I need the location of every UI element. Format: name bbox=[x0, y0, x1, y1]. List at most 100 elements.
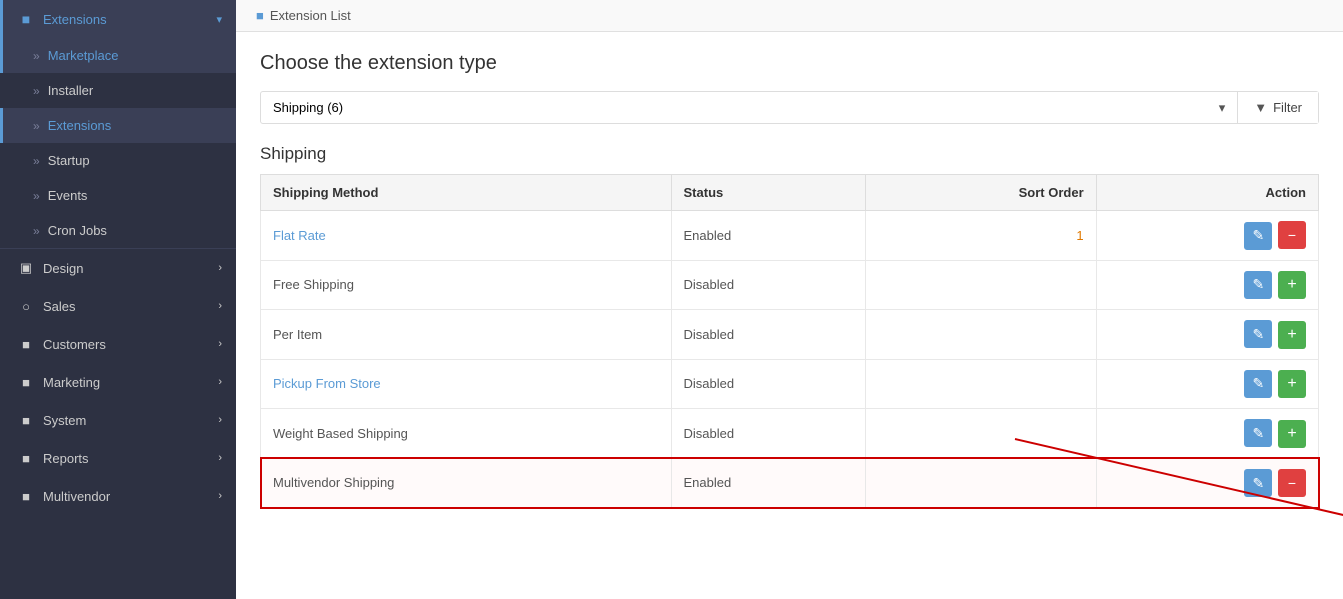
sort-pickup bbox=[865, 359, 1096, 409]
edit-pickup-button[interactable]: ✎ bbox=[1244, 370, 1272, 398]
install-free-shipping-button[interactable]: + bbox=[1278, 271, 1306, 299]
sidebar-system-label: System bbox=[43, 413, 86, 428]
chevron-right-icon: › bbox=[218, 376, 222, 388]
sidebar-marketing-label: Marketing bbox=[43, 375, 100, 390]
method-per-item: Per Item bbox=[261, 310, 672, 360]
sidebar-cronjobs-label: Cron Jobs bbox=[48, 223, 107, 238]
sidebar-events-label: Events bbox=[48, 188, 88, 203]
sidebar-item-startup[interactable]: » Startup bbox=[0, 143, 236, 178]
sidebar-item-marketing[interactable]: ■ Marketing › bbox=[0, 363, 236, 401]
multivendor-icon: ■ bbox=[17, 487, 35, 505]
edit-multivendor-button[interactable]: ✎ bbox=[1244, 469, 1272, 497]
chevron-right-icon: › bbox=[218, 490, 222, 502]
install-weight-button[interactable]: + bbox=[1278, 420, 1306, 448]
sidebar-extensions-sub-label: Extensions bbox=[48, 118, 112, 133]
arrows-icon: » bbox=[33, 224, 40, 238]
system-icon: ■ bbox=[17, 411, 35, 429]
action-per-item: ✎ + bbox=[1096, 310, 1318, 360]
chevron-right-icon: › bbox=[218, 300, 222, 312]
chevron-right-icon: › bbox=[218, 338, 222, 350]
method-multivendor: Multivendor Shipping bbox=[261, 458, 672, 508]
sidebar-item-installer[interactable]: » Installer bbox=[0, 73, 236, 108]
sidebar-item-extensions[interactable]: ■ Extensions ▾ bbox=[0, 0, 236, 38]
sidebar-item-cronjobs[interactable]: » Cron Jobs bbox=[0, 213, 236, 248]
arrows-icon: » bbox=[33, 84, 40, 98]
table-row: Free Shipping Disabled ✎ + bbox=[261, 260, 1319, 310]
chevron-right-icon: › bbox=[218, 262, 222, 274]
table-body: Flat Rate Enabled 1 ✎ − Free Shipping Di… bbox=[261, 211, 1319, 508]
table-row: Pickup From Store Disabled ✎ + bbox=[261, 359, 1319, 409]
filter-label: Filter bbox=[1273, 100, 1302, 115]
table-wrapper: Shipping Method Status Sort Order Action… bbox=[260, 174, 1319, 508]
sort-weight bbox=[865, 409, 1096, 459]
sidebar-item-events[interactable]: » Events bbox=[0, 178, 236, 213]
sidebar-reports-label: Reports bbox=[43, 451, 89, 466]
cart-icon: ○ bbox=[17, 297, 35, 315]
chevron-down-icon: ▾ bbox=[216, 13, 222, 26]
install-pickup-button[interactable]: + bbox=[1278, 370, 1306, 398]
edit-flat-rate-button[interactable]: ✎ bbox=[1244, 222, 1272, 250]
reports-icon: ■ bbox=[17, 449, 35, 467]
puzzle-icon: ■ bbox=[17, 10, 35, 28]
arrows-icon: » bbox=[33, 189, 40, 203]
page-title: Choose the extension type bbox=[260, 52, 1319, 75]
table-row: Per Item Disabled ✎ + bbox=[261, 310, 1319, 360]
sidebar-item-extensions-sub[interactable]: » Extensions bbox=[0, 108, 236, 143]
sort-per-item bbox=[865, 310, 1096, 360]
sidebar-extensions-label: Extensions bbox=[43, 12, 107, 27]
edit-weight-button[interactable]: ✎ bbox=[1244, 419, 1272, 447]
col-sort-order: Sort Order bbox=[865, 175, 1096, 211]
sidebar-sales-label: Sales bbox=[43, 299, 76, 314]
sidebar-item-system[interactable]: ■ System › bbox=[0, 401, 236, 439]
arrows-icon: » bbox=[33, 154, 40, 168]
action-weight: ✎ + bbox=[1096, 409, 1318, 459]
main-content: ■ Extension List Choose the extension ty… bbox=[236, 0, 1343, 599]
sidebar-item-marketplace[interactable]: » Marketplace bbox=[0, 38, 236, 73]
sidebar-item-sales[interactable]: ○ Sales › bbox=[0, 287, 236, 325]
filter-row: Shipping (6) Payment Module Total Feed O… bbox=[260, 91, 1319, 124]
sort-flat-rate: 1 bbox=[865, 211, 1096, 261]
status-per-item: Disabled bbox=[671, 310, 865, 360]
method-free-shipping: Free Shipping bbox=[261, 260, 672, 310]
sidebar-item-multivendor[interactable]: ■ Multivendor › bbox=[0, 477, 236, 515]
edit-per-item-button[interactable]: ✎ bbox=[1244, 320, 1272, 348]
sidebar-multivendor-label: Multivendor bbox=[43, 489, 110, 504]
sidebar-item-design[interactable]: ▣ Design › bbox=[0, 249, 236, 287]
extension-type-select-wrapper: Shipping (6) Payment Module Total Feed O… bbox=[261, 92, 1237, 123]
status-weight: Disabled bbox=[671, 409, 865, 459]
col-action: Action bbox=[1096, 175, 1318, 211]
sidebar-design-label: Design bbox=[43, 261, 83, 276]
edit-free-shipping-button[interactable]: ✎ bbox=[1244, 271, 1272, 299]
status-free-shipping: Disabled bbox=[671, 260, 865, 310]
delete-flat-rate-button[interactable]: − bbox=[1278, 221, 1306, 249]
breadcrumb: ■ Extension List bbox=[236, 0, 1343, 32]
method-pickup[interactable]: Pickup From Store bbox=[261, 359, 672, 409]
puzzle-breadcrumb-icon: ■ bbox=[256, 8, 264, 23]
sidebar-item-reports[interactable]: ■ Reports › bbox=[0, 439, 236, 477]
table-row-multivendor: Multivendor Shipping Enabled ✎ − bbox=[261, 458, 1319, 508]
content-area: Choose the extension type Shipping (6) P… bbox=[236, 32, 1343, 528]
delete-multivendor-button[interactable]: − bbox=[1278, 469, 1306, 497]
install-per-item-button[interactable]: + bbox=[1278, 321, 1306, 349]
col-status: Status bbox=[671, 175, 865, 211]
shipping-table: Shipping Method Status Sort Order Action… bbox=[260, 174, 1319, 508]
sidebar-marketplace-label: Marketplace bbox=[48, 48, 119, 63]
extension-type-select[interactable]: Shipping (6) Payment Module Total Feed O… bbox=[261, 92, 1237, 123]
status-flat-rate: Enabled bbox=[671, 211, 865, 261]
breadcrumb-text: Extension List bbox=[270, 8, 351, 23]
status-multivendor: Enabled bbox=[671, 458, 865, 508]
sort-free-shipping bbox=[865, 260, 1096, 310]
status-pickup: Disabled bbox=[671, 359, 865, 409]
action-free-shipping: ✎ + bbox=[1096, 260, 1318, 310]
col-shipping-method: Shipping Method bbox=[261, 175, 672, 211]
chevron-right-icon: › bbox=[218, 414, 222, 426]
action-pickup: ✎ + bbox=[1096, 359, 1318, 409]
sidebar-item-customers[interactable]: ■ Customers › bbox=[0, 325, 236, 363]
action-multivendor: ✎ − bbox=[1096, 458, 1318, 508]
sidebar: ■ Extensions ▾ » Marketplace » Installer… bbox=[0, 0, 236, 599]
method-flat-rate[interactable]: Flat Rate bbox=[261, 211, 672, 261]
action-flat-rate: ✎ − bbox=[1096, 211, 1318, 261]
sort-multivendor bbox=[865, 458, 1096, 508]
arrows-icon: » bbox=[33, 119, 40, 133]
filter-button[interactable]: ▼ Filter bbox=[1237, 92, 1318, 123]
